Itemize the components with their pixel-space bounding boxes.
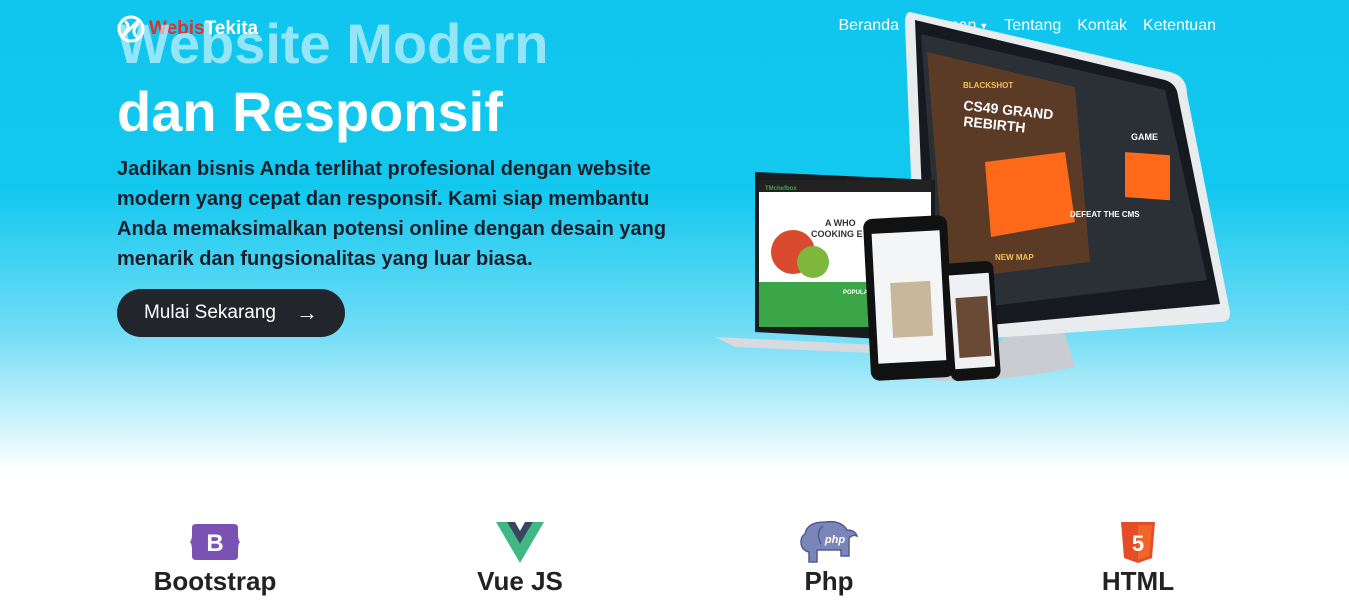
responsive-devices-image: BLACKSHOT CS49 GRAND REBIRTH GAME DEFEAT… xyxy=(715,12,1231,382)
tech-item-php: php Php xyxy=(709,520,949,597)
html5-glyph: 5 xyxy=(1132,531,1144,556)
laptop-popular: POPULA xyxy=(843,290,869,296)
tech-label-bootstrap: Bootstrap xyxy=(153,566,277,596)
desktop-badge: GAME xyxy=(1131,132,1158,142)
start-now-button[interactable]: Mulai Sekarang → xyxy=(117,289,345,337)
tech-label-html: HTML xyxy=(1101,566,1175,596)
tech-item-html: 5 HTML xyxy=(1018,520,1258,597)
vue-icon xyxy=(496,522,544,563)
start-now-label: Mulai Sekarang xyxy=(143,302,277,323)
tablet xyxy=(863,215,955,381)
hero-title-line2: dan Responsif xyxy=(117,80,503,143)
laptop-headline2: COOKING E xyxy=(811,229,863,239)
tech-item-bootstrap: B Bootstrap xyxy=(95,520,335,597)
html5-icon: 5 xyxy=(1121,522,1155,563)
php-glyph: php xyxy=(824,534,845,546)
hero-lead-text: Jadikan bisnis Anda terlihat profesional… xyxy=(117,158,667,270)
tech-label-php: Php xyxy=(804,566,854,596)
php-elephant-icon: php xyxy=(800,520,859,563)
phone xyxy=(943,260,1001,382)
tech-item-vue: Vue JS xyxy=(400,520,640,597)
bootstrap-icon: B xyxy=(190,524,240,560)
tech-label-vue: Vue JS xyxy=(477,566,563,596)
desktop-map: NEW MAP xyxy=(995,253,1034,262)
laptop-brand: TMchefbox xyxy=(765,186,797,192)
bootstrap-glyph: B xyxy=(206,530,223,557)
arrow-right-icon: → xyxy=(296,300,319,325)
desktop-line1: BLACKSHOT xyxy=(963,81,1013,90)
hero-title-line1: Website Modern xyxy=(117,12,549,75)
laptop-headline1: A WHO xyxy=(825,218,856,228)
desktop-sub: DEFEAT THE CMS xyxy=(1070,210,1140,219)
